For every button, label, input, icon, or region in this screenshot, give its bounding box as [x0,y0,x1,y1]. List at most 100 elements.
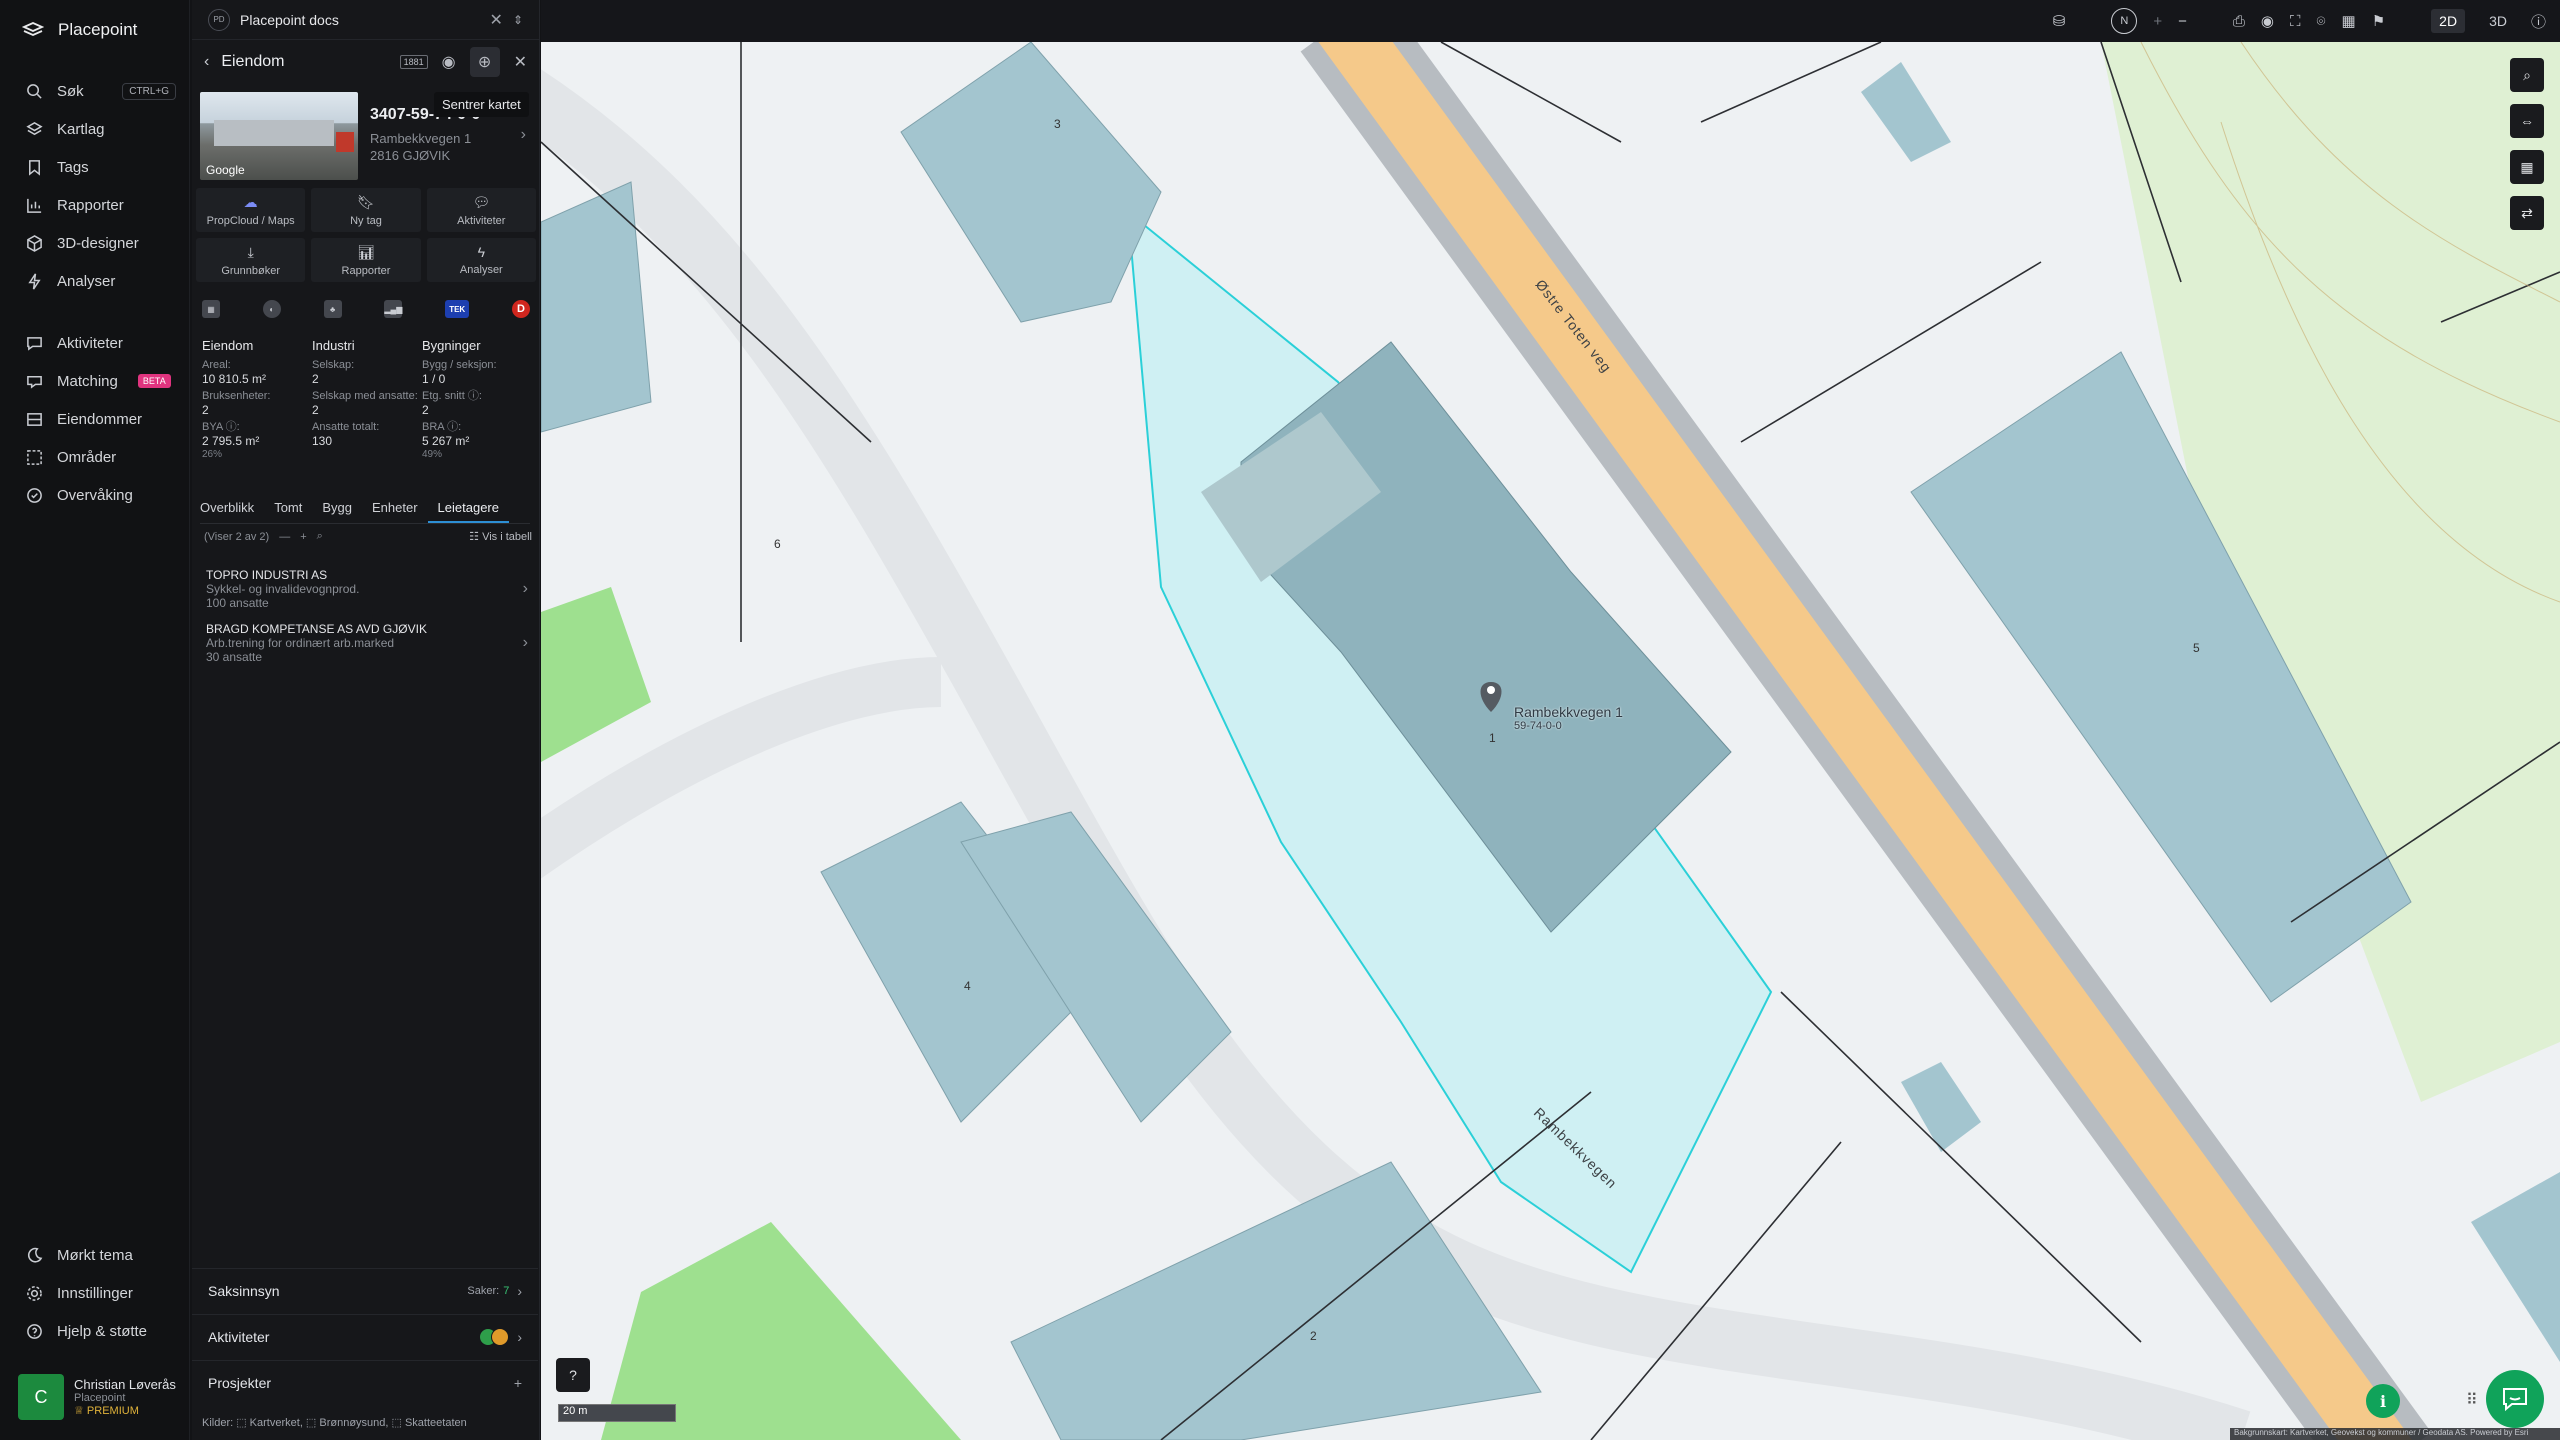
nav-item-aktiviteter[interactable]: Aktiviteter [0,324,190,362]
table-view-link[interactable]: ☷ Vis i tabell [469,530,532,543]
tooltip: Sentrer kartet [434,92,529,117]
tab-enheter[interactable]: Enheter [372,498,418,523]
section-prosjekter[interactable]: Prosjekter + [192,1360,538,1404]
tab-bygg[interactable]: Bygg [322,498,352,523]
nav-item-overvaking[interactable]: Overvåking [0,476,190,514]
bolt-icon: ϟ [477,244,486,260]
source-1-icon[interactable]: ▦ [202,300,220,318]
deed-icon[interactable]: 1881 [399,55,428,69]
tab-tomt[interactable]: Tomt [274,498,302,523]
close-icon[interactable]: ✕ [490,10,503,30]
fullscreen-icon[interactable]: ⛶ [2290,13,2301,30]
chat-icon [2503,1388,2527,1412]
fact-value: 5 267 m² [422,434,470,448]
new-tag-button[interactable]: 🔖︎ Ny tag [311,188,421,232]
search-icon[interactable]: ⌕ [317,530,323,543]
fact-value: 10 810.5 m² [202,372,267,386]
measure-icon[interactable]: ⇔ [2510,104,2544,138]
list-item[interactable]: TOPRO INDUSTRI AS Sykkel- og invalidevog… [206,568,532,610]
section-saksinnsyn[interactable]: Saksinnsyn Saker: 7 › [192,1268,538,1312]
compass-icon: N [2111,8,2138,34]
add-icon[interactable]: + [300,531,306,543]
workspace-name[interactable]: Placepoint docs [240,12,339,28]
search-map-icon[interactable]: ⌕ [2510,58,2544,92]
north-arrow[interactable]: N [2111,8,2138,34]
building [900,42,1162,323]
fact-label: BRA ⓘ: [422,421,462,433]
chevron-updown-icon[interactable]: ⇕ [513,13,523,27]
nav-item-kartlag[interactable]: Kartlag [0,110,190,148]
add-project-button[interactable]: + [514,1375,522,1391]
nav-item-dark-theme[interactable]: Mørkt tema [0,1236,190,1274]
source-2-icon[interactable]: ◐ [262,300,281,318]
nav-label: Matching [57,372,118,390]
source-3-icon[interactable]: ♣ [323,300,342,318]
facts-bygninger: Bygninger Bygg / seksjon: 1 / 0 Etg. sni… [422,338,532,464]
nav-item-settings[interactable]: Innstillinger [0,1274,190,1312]
cases-count: 7 [503,1284,510,1297]
tek-icon[interactable]: TEK [445,300,470,318]
compare-icon[interactable]: ⇄ [2510,196,2544,230]
nav-label: Tags [57,158,89,176]
nav-item-eiendommer[interactable]: Eiendommer [0,400,190,438]
facts-title: Industri [312,338,355,353]
activities-button[interactable]: 💬︎ Aktiviteter [426,188,536,232]
close-panel-icon[interactable]: ✕ [514,52,527,72]
print-icon[interactable]: ⎙ [2233,13,2245,30]
grid-icon[interactable]: ▦ [2342,12,2356,30]
collapse-icon[interactable]: — [279,531,290,543]
chevron-right-icon: › [517,1328,522,1345]
match-icon [27,375,42,389]
section-aktiviteter[interactable]: Aktiviteter › [192,1314,538,1358]
map-graphics: 3 6 1 5 4 2 [541,42,2560,1440]
tab-overblikk[interactable]: Overblikk [200,498,254,523]
chevron-right-icon[interactable]: › [521,126,526,144]
table-icon: ☷ [469,531,483,543]
monitor-icon [27,487,42,503]
eye-icon[interactable]: ◉ [2261,12,2274,30]
bookmark-icon[interactable]: ⚑ [2372,12,2385,30]
nav-item-help[interactable]: Hjelp & støtte [0,1312,190,1350]
nav-main: Søk CTRL+G Kartlag Tags Rapporter 3D-des… [0,72,190,514]
layers-stack-icon[interactable]: ⛁ [2053,12,2066,30]
activity-icon [27,336,42,351]
eye-icon[interactable]: ◉ [442,52,456,72]
tab-leietagere[interactable]: Leietagere [427,498,509,523]
center-map-icon[interactable]: ⊕ [469,47,500,77]
street-view-thumbnail[interactable]: Google [200,92,358,180]
source-4-icon[interactable]: ▂▄▆ [384,300,403,318]
tenant-list: TOPRO INDUSTRI AS Sykkel- og invalidevog… [206,568,532,676]
nav-item-omrader[interactable]: Områder [0,438,190,476]
map-canvas[interactable]: 3 6 1 5 4 2 Østre Toten veg Rambekkvegen [541,42,2560,1440]
brand[interactable]: Placepoint [22,20,137,40]
reports-button[interactable]: 📊︎ Rapporter [311,238,421,282]
back-icon[interactable]: ‹ [204,53,209,71]
scale-bar: 20 m [558,1404,676,1422]
address-line-2: 2816 GJØVIK [370,148,451,163]
chat-button[interactable] [2486,1370,2544,1428]
info-icon[interactable]: ⓘ [2531,11,2546,32]
action-label: Ny tag [350,214,382,227]
help-icon[interactable]: ? [556,1358,590,1392]
camera-icon[interactable]: ⌾ [2317,13,2326,30]
grip-icon[interactable]: ⠿ [2466,1390,2478,1410]
nav-item-rapporter[interactable]: Rapporter [0,186,190,224]
user-card[interactable]: C Christian Løverås Placepoint ♕ PREMIUM [18,1374,176,1420]
nav-item-search[interactable]: Søk CTRL+G [0,72,190,110]
nav-label: 3D-designer [57,234,139,252]
zoom-out-icon[interactable]: − [2178,13,2187,30]
nav-item-tags[interactable]: Tags [0,148,190,186]
zoom-in-icon[interactable]: + [2153,13,2162,30]
propcloud-button[interactable]: ☁ PropCloud / Maps [196,188,306,232]
nav-item-matching[interactable]: Matching BETA [0,362,190,400]
nav-item-analyser[interactable]: Analyser [0,262,190,300]
list-item[interactable]: BRAGD KOMPETANSE AS AVD GJØVIK Arb.treni… [206,622,532,664]
land-registry-button[interactable]: ⤓ Grunnbøker [196,238,306,282]
chart-icon[interactable]: ▦ [2510,150,2544,184]
nav-item-3d-designer[interactable]: 3D-designer [0,224,190,262]
d-icon[interactable]: D [511,300,530,318]
mode-2d-button[interactable]: 2D [2431,9,2466,33]
analyses-button[interactable]: ϟ Analyser [426,238,536,282]
info-icon[interactable]: i [2366,1384,2400,1418]
mode-3d-button[interactable]: 3D [2481,9,2515,33]
